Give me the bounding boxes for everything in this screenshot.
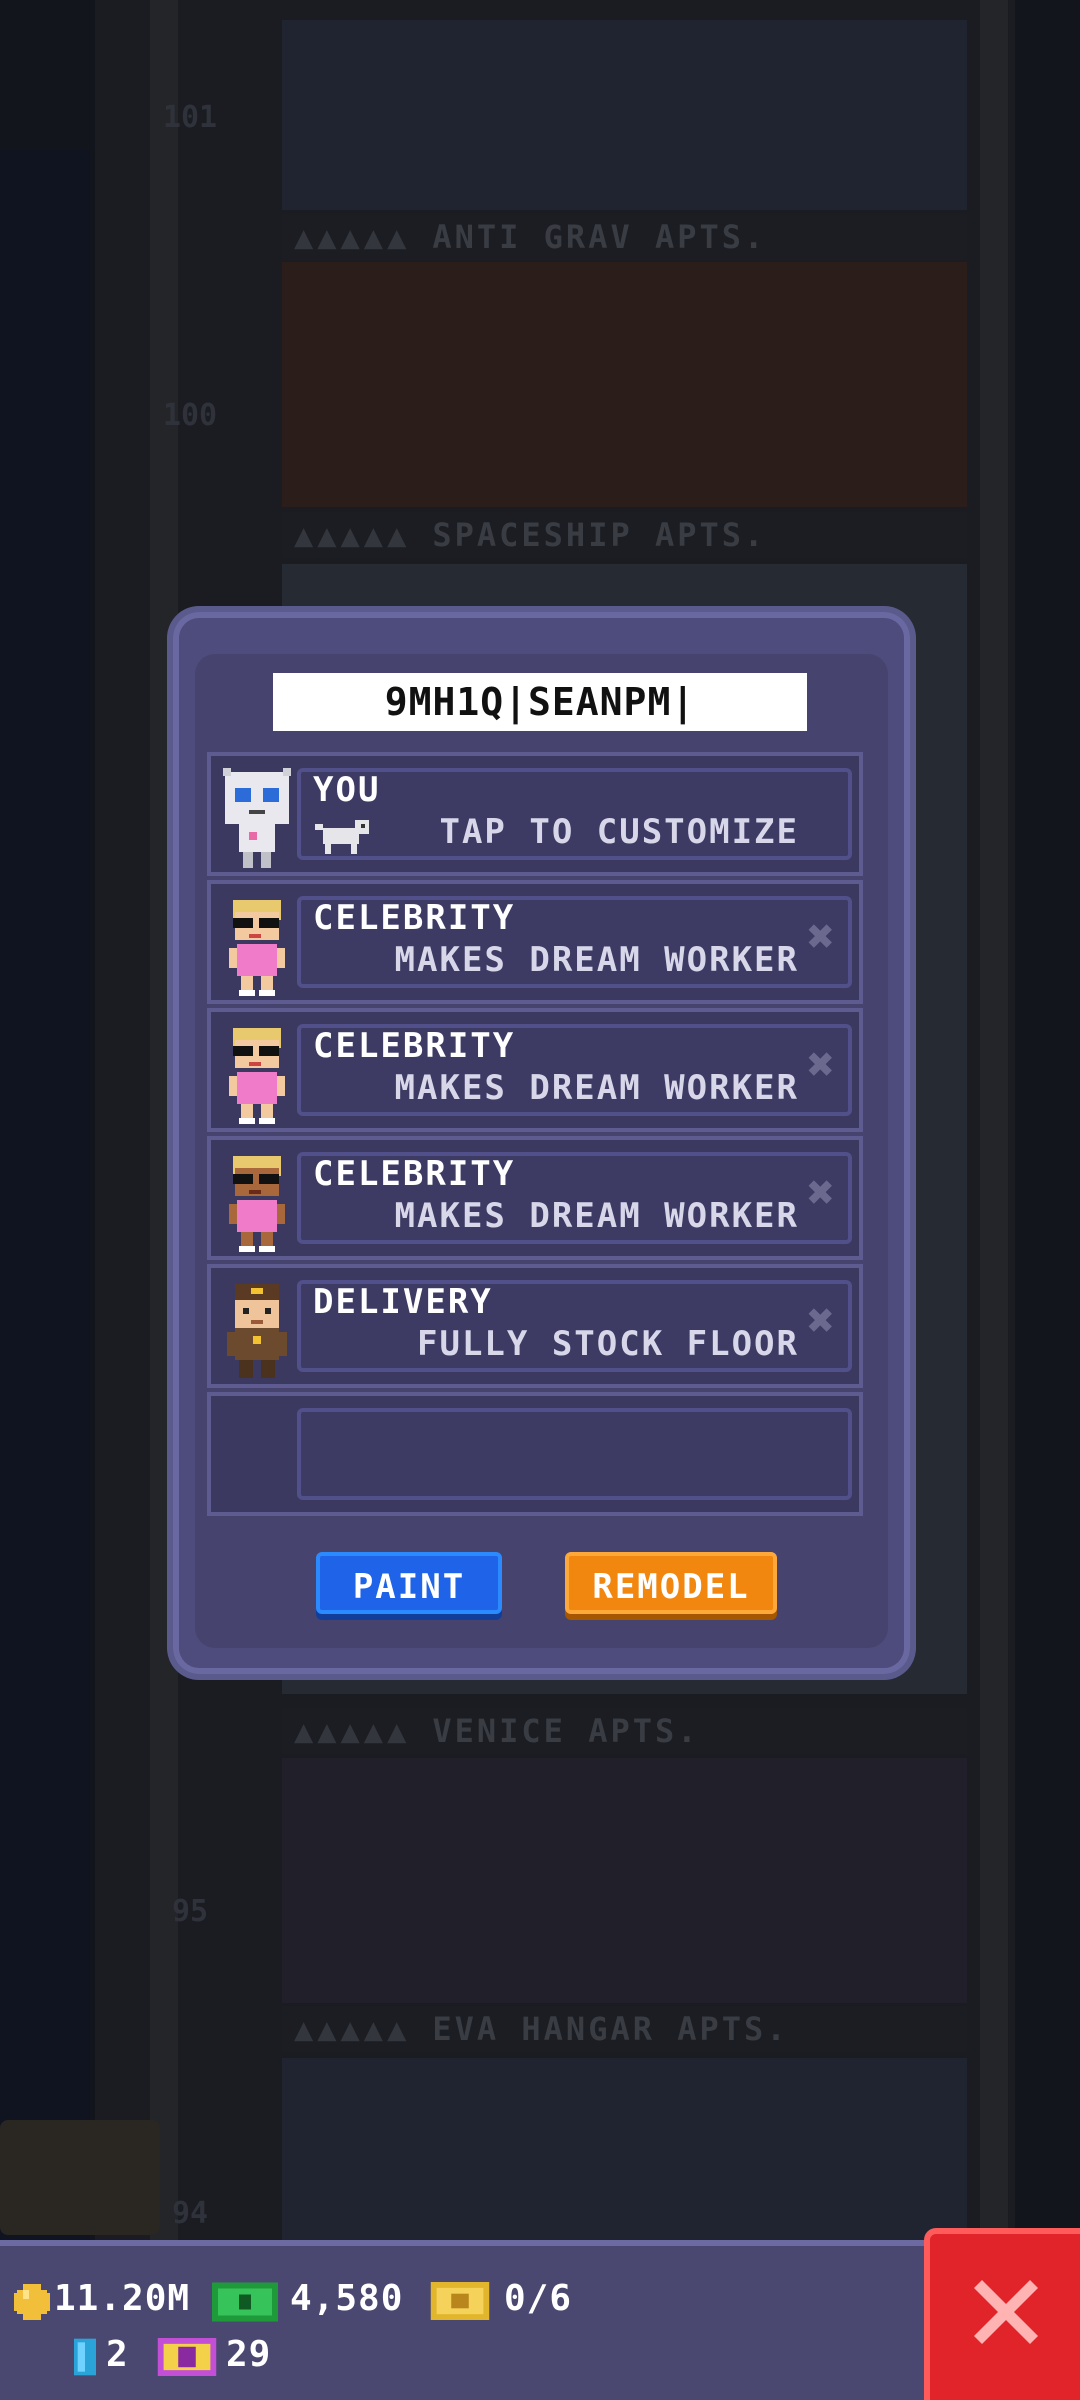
close-button[interactable] xyxy=(924,2228,1080,2400)
celebrity-avatar-icon xyxy=(229,900,285,996)
vip-icon xyxy=(157,2338,217,2376)
resident-title: CELEBRITY xyxy=(313,898,516,938)
resident-row[interactable]: CELEBRITY MAKES DREAM WORKER ✖ xyxy=(207,1008,863,1132)
floor-number: 101 xyxy=(162,100,218,135)
empty-slot-box xyxy=(297,1408,852,1500)
coin-icon xyxy=(14,2284,50,2320)
floor-stars: ▲▲▲▲▲ xyxy=(294,516,411,554)
resident-row[interactable]: CELEBRITY MAKES DREAM WORKER ✖ xyxy=(207,880,863,1004)
evict-close-icon[interactable]: ✖ xyxy=(801,1297,841,1343)
vip-value: 29 xyxy=(226,2334,272,2375)
resident-subtitle: MAKES DREAM WORKER xyxy=(394,940,799,980)
resident-row[interactable]: CELEBRITY MAKES DREAM WORKER ✖ xyxy=(207,1136,863,1260)
floor-stars: ▲▲▲▲▲ xyxy=(294,1712,411,1750)
floor-sign: ▲▲▲▲▲ SPACESHIP APTS. xyxy=(282,512,967,558)
coins-value: 11.20M xyxy=(54,2278,191,2319)
floor-stars: ▲▲▲▲▲ xyxy=(294,2010,411,2048)
bottom-hud: 11.20M 4,580 0/6 2 29 xyxy=(0,2240,930,2400)
resident-subtitle: FULLY STOCK FLOOR xyxy=(417,1324,799,1364)
floor-number: 100 xyxy=(162,398,218,433)
tickets-value: 0/6 xyxy=(504,2278,573,2319)
floor-room[interactable] xyxy=(282,262,967,507)
resident-subtitle: TAP TO CUSTOMIZE xyxy=(439,812,799,852)
floor-sign-name: VENICE APTS. xyxy=(432,1712,700,1750)
floor-sign: ▲▲▲▲▲ ANTI GRAV APTS. xyxy=(282,214,967,260)
tower-column-right xyxy=(980,0,1008,2240)
resident-subtitle: MAKES DREAM WORKER xyxy=(394,1196,799,1236)
resident-row[interactable]: DELIVERY FULLY STOCK FLOOR ✖ xyxy=(207,1264,863,1388)
floor-room[interactable] xyxy=(282,2058,967,2240)
floor-sign-name: ANTI GRAV APTS. xyxy=(432,218,767,256)
resident-title: CELEBRITY xyxy=(313,1026,516,1066)
keys-value: 2 xyxy=(106,2334,129,2375)
key-icon xyxy=(74,2338,96,2376)
ticket-icon xyxy=(430,2282,490,2320)
bux-icon xyxy=(212,2282,278,2322)
resident-title: CELEBRITY xyxy=(313,1154,516,1194)
evict-close-icon[interactable]: ✖ xyxy=(801,1041,841,1087)
floor-sign: ▲▲▲▲▲ EVA HANGAR APTS. xyxy=(282,2006,967,2052)
close-icon xyxy=(974,2280,1038,2344)
celebrity-avatar-icon xyxy=(229,1028,285,1124)
resident-row-you[interactable]: YOU TAP TO CUSTOMIZE xyxy=(207,752,863,876)
floor-sign-name: SPACESHIP APTS. xyxy=(432,516,767,554)
floor-room[interactable] xyxy=(282,1758,967,2003)
celebrity-avatar-icon xyxy=(229,1156,285,1252)
evict-close-icon[interactable]: ✖ xyxy=(801,913,841,959)
floor-number: 94 xyxy=(171,2196,209,2231)
evict-close-icon[interactable]: ✖ xyxy=(801,1169,841,1215)
resident-title: DELIVERY xyxy=(313,1282,493,1322)
floor-stars: ▲▲▲▲▲ xyxy=(294,218,411,256)
background-left-panel xyxy=(0,150,90,2240)
floor-sign-name: EVA HANGAR APTS. xyxy=(432,2010,789,2048)
elevator-button[interactable] xyxy=(0,2120,160,2235)
floor-room[interactable] xyxy=(282,20,967,210)
paint-button[interactable]: PAINT xyxy=(316,1552,502,1614)
resident-title: YOU xyxy=(313,770,381,810)
delivery-avatar-icon xyxy=(227,1284,287,1378)
floor-number: 95 xyxy=(171,1894,209,1929)
robot-avatar-icon xyxy=(223,768,291,868)
pet-cat-icon xyxy=(315,820,369,854)
floor-sign: ▲▲▲▲▲ VENICE APTS. xyxy=(282,1708,967,1754)
floor-name-input[interactable]: 9MH1Q|SEANPM| xyxy=(273,673,807,731)
game-screen: 101 ▲▲▲▲▲ ANTI GRAV APTS. 100 ▲▲▲▲▲ SPACES… xyxy=(0,0,1080,2400)
resident-subtitle: MAKES DREAM WORKER xyxy=(394,1068,799,1108)
bux-value: 4,580 xyxy=(290,2278,404,2319)
remodel-button[interactable]: REMODEL xyxy=(565,1552,777,1614)
empty-resident-slot[interactable] xyxy=(207,1392,863,1516)
